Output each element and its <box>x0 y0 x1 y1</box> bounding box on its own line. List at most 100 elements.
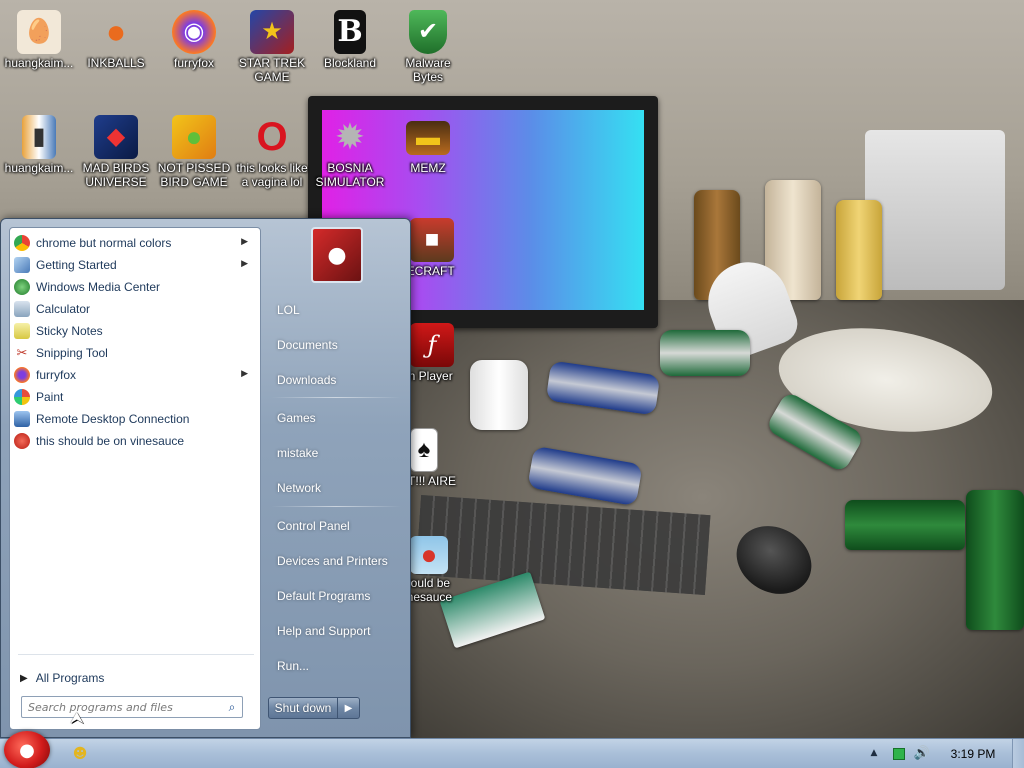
place-label: Games <box>277 411 316 425</box>
places-divider <box>271 397 401 398</box>
chrome-icon <box>14 234 30 251</box>
program-label: chrome but normal colors <box>36 235 172 250</box>
wallpaper-can <box>470 360 528 430</box>
desktop-icon-huangkaim-1[interactable]: 🥚 huangkaim... <box>0 10 78 70</box>
desktop-icon-label: INKBALLS <box>87 56 145 70</box>
place-label: Network <box>277 481 322 495</box>
desktop-icon-label: MEMZ <box>410 161 446 175</box>
program-vinesauce[interactable]: this should be on vinesauce <box>14 430 256 451</box>
firefox-icon: ◉ <box>172 10 216 54</box>
snipping-tool-icon: ✂ <box>16 344 28 360</box>
shutdown-group: Shut down ▶ <box>268 697 360 719</box>
place-label: LOL <box>277 303 300 317</box>
wallpaper-bottle <box>966 490 1024 630</box>
desktop-icon-furryfox[interactable]: ◉ furryfox <box>155 10 233 70</box>
wallpaper-can <box>660 330 750 376</box>
program-snipping-tool[interactable]: ✂ Snipping Tool <box>14 342 256 363</box>
remote-desktop-icon <box>14 410 30 427</box>
search-input[interactable] <box>22 698 222 716</box>
paint-icon <box>14 388 30 405</box>
tray-network-icon[interactable] <box>893 748 905 760</box>
shield-check-icon: ✔ <box>409 10 447 54</box>
desktop-icon-label: BOSNIA SIMULATOR <box>315 161 385 189</box>
all-programs-label: All Programs <box>35 671 105 685</box>
arrow-right-icon: ▶ <box>20 672 28 684</box>
desktop-icon-label: NOT PISSED BIRD GAME <box>157 161 231 189</box>
calculator-icon <box>14 300 30 317</box>
blockland-icon: B <box>334 10 366 54</box>
program-furryfox[interactable]: furryfox ▶ <box>14 364 256 385</box>
desktop-icon-vinesauce[interactable]: ● should be vinesauce <box>398 536 488 604</box>
desktop-icon-inkballs[interactable]: ● INKBALLS <box>77 10 155 70</box>
egg-icon: 🥚 <box>17 10 61 54</box>
program-sticky-notes[interactable]: Sticky Notes <box>14 320 256 341</box>
submenu-arrow-icon: ▶ <box>241 368 248 378</box>
program-label: Windows Media Center <box>36 279 161 294</box>
place-downloads[interactable]: Downloads <box>267 367 405 393</box>
angry-bird-start-icon: ● <box>19 739 35 761</box>
desktop-icon-blockland[interactable]: B Blockland <box>311 10 389 70</box>
place-network[interactable]: Network <box>267 475 405 501</box>
media-center-icon <box>14 278 30 295</box>
desktop-icon-label: Malware Bytes <box>405 56 451 84</box>
program-windows-media-center[interactable]: Windows Media Center <box>14 276 256 297</box>
chevron-up-icon: ▲ <box>870 748 878 758</box>
place-mistake[interactable]: mistake <box>267 440 405 466</box>
wallpaper-bottle <box>845 500 965 550</box>
program-label: furryfox <box>36 367 77 382</box>
submenu-arrow-icon: ▶ <box>241 258 248 268</box>
star-wars-icon: ★ <box>250 10 294 54</box>
program-getting-started[interactable]: Getting Started ▶ <box>14 254 256 275</box>
shutdown-label: Shut down <box>274 701 332 715</box>
all-programs-button[interactable]: ▶ All Programs <box>20 668 256 688</box>
taskbar-clock[interactable]: 3:19 PM <box>943 747 1003 761</box>
program-remote-desktop[interactable]: Remote Desktop Connection <box>14 408 256 429</box>
place-documents[interactable]: Documents <box>267 332 405 358</box>
search-box: ⌕ <box>21 696 243 718</box>
desktop-icon-star-trek-game[interactable]: ★ STAR TREK GAME <box>233 10 311 84</box>
desktop-icon-malware-bytes[interactable]: ✔ Malware Bytes <box>389 10 467 84</box>
place-games[interactable]: Games <box>267 405 405 431</box>
place-default-programs[interactable]: Default Programs <box>267 583 405 609</box>
shutdown-options-button[interactable]: ▶ <box>338 697 360 719</box>
angry-birds-space-icon: ◆ <box>94 115 138 159</box>
taskbar-app-icon[interactable]: ☻ <box>70 745 90 763</box>
desktop-icon-opera[interactable]: O this looks like a vagina lol <box>233 115 311 189</box>
program-label: Getting Started <box>36 257 117 272</box>
desktop-icon-not-pissed-bird-game[interactable]: ● NOT PISSED BIRD GAME <box>155 115 233 189</box>
program-chrome[interactable]: chrome but normal colors ▶ <box>14 232 256 253</box>
place-label: Documents <box>277 338 338 352</box>
place-devices-printers[interactable]: Devices and Printers <box>267 548 405 574</box>
program-paint[interactable]: Paint <box>14 386 256 407</box>
program-label: this should be on vinesauce <box>36 433 185 448</box>
place-help-support[interactable]: Help and Support <box>267 618 405 644</box>
place-label: Run... <box>277 659 310 673</box>
desktop-icon-label: huangkaim... <box>4 161 74 175</box>
place-run[interactable]: Run... <box>267 653 405 679</box>
place-lol[interactable]: LOL <box>267 297 405 323</box>
place-control-panel[interactable]: Control Panel <box>267 513 405 539</box>
volume-icon[interactable]: 🔊 <box>914 745 930 761</box>
wallpaper-console <box>865 130 1005 290</box>
arrow-right-icon: ▶ <box>344 702 353 714</box>
desktop-icon-huangkaim-2[interactable]: ▮ huangkaim... <box>0 115 78 175</box>
playing-cards-icon: ♠ <box>410 428 438 472</box>
search-icon[interactable]: ⌕ <box>222 697 242 717</box>
desktop-icon-memz[interactable]: ▬ MEMZ <box>389 115 467 175</box>
taskbar: ● ☻ ▲ 🔊 3:19 PM <box>0 731 1024 768</box>
desktop-icon-bosnia-simulator[interactable]: ✹ BOSNIA SIMULATOR <box>311 115 389 190</box>
flash-icon: ƒ <box>410 323 454 367</box>
place-label: Default Programs <box>277 589 371 603</box>
mouse-cursor-icon: ⮝ <box>70 708 84 727</box>
place-label: Downloads <box>277 373 337 387</box>
program-calculator[interactable]: Calculator <box>14 298 256 319</box>
user-account-picture[interactable]: ● <box>311 227 363 283</box>
desktop-icon-mad-birds-universe[interactable]: ◆ MAD BIRDS UNIVERSE <box>77 115 155 189</box>
shutdown-button[interactable]: Shut down <box>268 697 338 719</box>
memz-icon: ▬ <box>406 121 450 155</box>
program-label: Calculator <box>36 301 91 316</box>
tray-expand-icon[interactable]: ▲ <box>868 746 880 760</box>
start-button[interactable]: ● <box>4 731 50 768</box>
show-desktop-button[interactable] <box>1012 739 1024 768</box>
folder-book-icon: ▮ <box>22 115 56 159</box>
